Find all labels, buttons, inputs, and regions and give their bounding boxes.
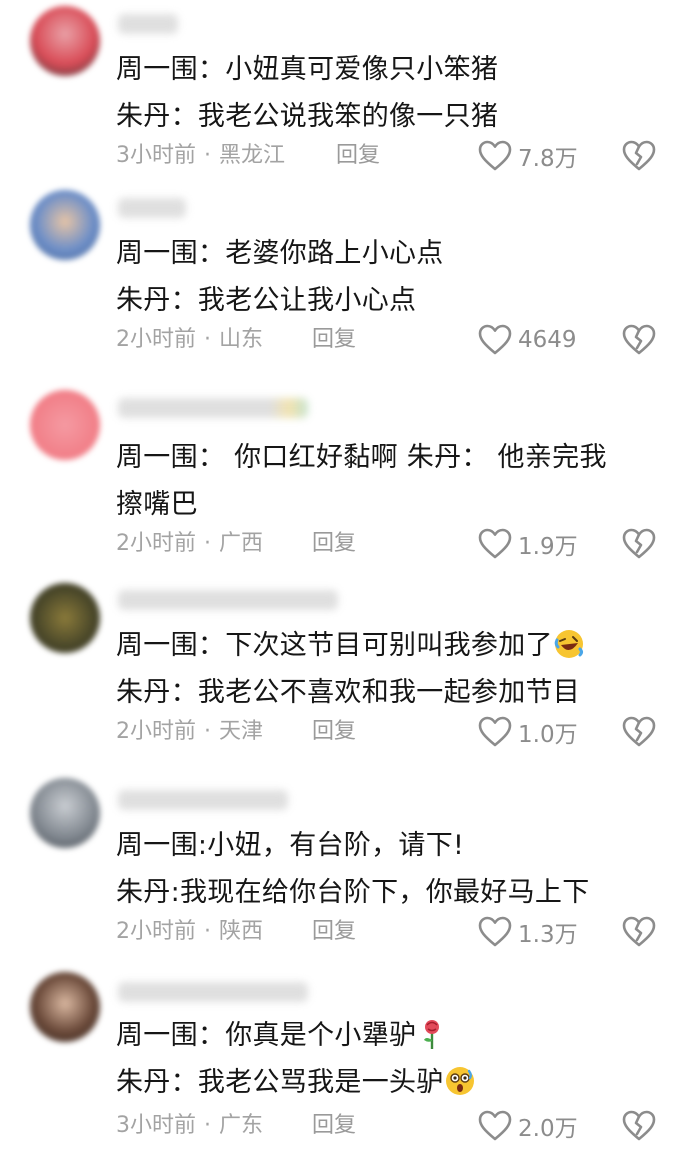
- like-button[interactable]: 2.0万: [478, 1108, 578, 1144]
- comment-time: 2小时前: [116, 719, 196, 744]
- comment-text: 周一围:小妞，有台阶，请下! 朱丹:我现在给你台阶下，你最好马上下: [116, 822, 661, 916]
- like-button[interactable]: 1.9万: [478, 526, 578, 562]
- comment-location: 山东: [219, 327, 264, 352]
- comment-location: 黑龙江: [219, 143, 286, 168]
- comment-location: 陕西: [219, 919, 264, 944]
- separator-dot: ·: [204, 531, 211, 556]
- comment-meta: 2小时前 · 广西 回复: [116, 526, 661, 562]
- username-blurred[interactable]: [118, 14, 178, 34]
- broken-heart-icon: [622, 324, 656, 355]
- dislike-button[interactable]: [622, 715, 656, 749]
- separator-dot: ·: [204, 143, 211, 168]
- comment-line: 朱丹：我老公不喜欢和我一起参加节目: [116, 677, 581, 708]
- comment-line: 朱丹:我现在给你台阶下，你最好马上下: [116, 877, 590, 908]
- separator-dot: ·: [204, 1113, 211, 1138]
- comment-time: 2小时前: [116, 919, 196, 944]
- like-count: 7.8万: [518, 146, 578, 172]
- comment-line: 朱丹：我老公让我小心点: [116, 285, 417, 316]
- avatar[interactable]: [30, 390, 100, 460]
- broken-heart-icon: [622, 140, 656, 171]
- comment-line: 周一围：老婆你路上小心点: [116, 238, 444, 269]
- comment-line: 周一围：下次这节目可别叫我参加了: [116, 622, 661, 669]
- comment-location: 广东: [219, 1113, 264, 1138]
- like-button[interactable]: 4649: [478, 322, 577, 358]
- comment-location: 天津: [219, 719, 264, 744]
- comment-line: 周一围：你真是个小犟驴: [116, 1012, 661, 1059]
- heart-icon: [478, 324, 512, 355]
- dislike-button[interactable]: [622, 527, 656, 561]
- avatar[interactable]: [30, 778, 100, 848]
- username-blurred[interactable]: [118, 198, 186, 218]
- comment-line-text: 周一围：你真是个小犟驴: [116, 1020, 417, 1051]
- comment-meta: 2小时前 · 天津 回复: [116, 714, 661, 750]
- comment-meta: 2小时前 · 山东 回复: [116, 322, 661, 358]
- shocked-face-emoji-icon: [445, 1067, 474, 1095]
- broken-heart-icon: [622, 1110, 656, 1141]
- username-blurred[interactable]: [118, 982, 308, 1002]
- like-count: 2.0万: [518, 1116, 578, 1142]
- username-blurred[interactable]: [118, 590, 338, 610]
- avatar[interactable]: [30, 190, 100, 260]
- heart-icon: [478, 528, 512, 559]
- comment-text: 周一围：下次这节目可别叫我参加了 朱丹：我老公不喜欢和我一起参加节目: [116, 622, 661, 716]
- reply-button[interactable]: 回复: [312, 322, 356, 358]
- like-count: 1.3万: [518, 922, 578, 948]
- dislike-button[interactable]: [622, 323, 656, 357]
- comment-line: 周一围： 你口红好黏啊 朱丹： 他亲完我: [116, 442, 607, 473]
- heart-icon: [478, 716, 512, 747]
- like-count: 1.0万: [518, 722, 578, 748]
- avatar[interactable]: [30, 6, 100, 76]
- comment-text: 周一围：你真是个小犟驴 朱丹：我老公骂我是一头驴: [116, 1012, 661, 1106]
- separator-dot: ·: [204, 327, 211, 352]
- comment-location: 广西: [219, 531, 264, 556]
- heart-icon: [478, 140, 512, 171]
- comment-meta: 2小时前 · 陕西 回复: [116, 914, 661, 950]
- comment-time: 2小时前: [116, 327, 196, 352]
- comment-time: 3小时前: [116, 143, 196, 168]
- comment-line: 周一围：小妞真可爱像只小笨猪: [116, 54, 499, 85]
- broken-heart-icon: [622, 528, 656, 559]
- reply-button[interactable]: 回复: [312, 1108, 356, 1144]
- separator-dot: ·: [204, 919, 211, 944]
- reply-button[interactable]: 回复: [312, 526, 356, 562]
- comment-time: 2小时前: [116, 531, 196, 556]
- dislike-button[interactable]: [622, 139, 656, 173]
- like-button[interactable]: 1.3万: [478, 914, 578, 950]
- broken-heart-icon: [622, 916, 656, 947]
- comment-text: 周一围：小妞真可爱像只小笨猪 朱丹：我老公说我笨的像一只猪: [116, 46, 661, 140]
- comment-time: 3小时前: [116, 1113, 196, 1138]
- like-button[interactable]: 7.8万: [478, 138, 578, 174]
- comment-line: 周一围:小妞，有台阶，请下!: [116, 830, 465, 861]
- heart-icon: [478, 916, 512, 947]
- comment-line-text: 朱丹：我老公骂我是一头驴: [116, 1067, 444, 1098]
- comment-line: 擦嘴巴: [116, 489, 198, 520]
- comment-text: 周一围：老婆你路上小心点 朱丹：我老公让我小心点: [116, 230, 661, 324]
- broken-heart-icon: [622, 716, 656, 747]
- reply-button[interactable]: 回复: [336, 138, 380, 174]
- like-button[interactable]: 1.0万: [478, 714, 578, 750]
- username-blurred[interactable]: [118, 398, 308, 418]
- comment-line-text: 周一围：下次这节目可别叫我参加了: [116, 630, 553, 661]
- avatar[interactable]: [30, 583, 100, 653]
- like-count: 1.9万: [518, 534, 578, 560]
- dislike-button[interactable]: [622, 915, 656, 949]
- reply-button[interactable]: 回复: [312, 914, 356, 950]
- reply-button[interactable]: 回复: [312, 714, 356, 750]
- like-count: 4649: [518, 327, 577, 353]
- comment-line: 朱丹：我老公说我笨的像一只猪: [116, 101, 499, 132]
- comment-meta: 3小时前 · 广东 回复: [116, 1108, 661, 1144]
- rolling-laughing-emoji-icon: [554, 630, 583, 658]
- heart-icon: [478, 1110, 512, 1141]
- comment-text: 周一围： 你口红好黏啊 朱丹： 他亲完我 擦嘴巴: [116, 434, 661, 528]
- avatar[interactable]: [30, 972, 100, 1042]
- separator-dot: ·: [204, 719, 211, 744]
- comment-meta: 3小时前 · 黑龙江 回复: [116, 138, 661, 174]
- rose-icon: [424, 1020, 440, 1049]
- comment-line: 朱丹：我老公骂我是一头驴: [116, 1059, 661, 1106]
- username-blurred[interactable]: [118, 790, 288, 810]
- dislike-button[interactable]: [622, 1109, 656, 1143]
